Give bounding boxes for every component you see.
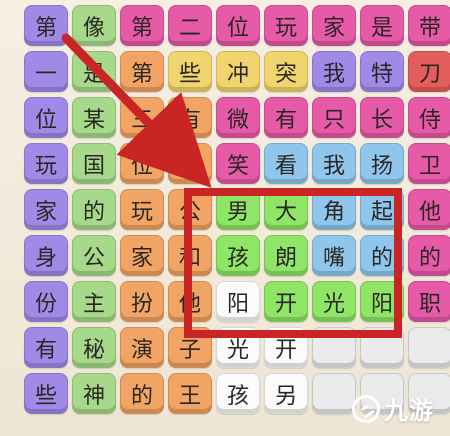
tile-r8-c2[interactable]: 秘 — [72, 327, 116, 368]
tile-r9-c3[interactable]: 的 — [120, 373, 164, 414]
tile-r3-c9[interactable]: 侍 — [408, 97, 450, 138]
watermark-text: 九游 — [384, 398, 434, 425]
tile-r3-c6[interactable]: 有 — [264, 97, 308, 138]
tile-r5-c7[interactable]: 角 — [312, 189, 356, 230]
tile-r8-c3[interactable]: 演 — [120, 327, 164, 368]
game-board: 第像第二位玩家是带一是第些冲突我特刀位某三有微有只长侍玩国位王笑看我扬卫家的玩公… — [0, 0, 450, 436]
tile-r1-c3[interactable]: 第 — [120, 5, 164, 46]
tile-r4-c1[interactable]: 玩 — [24, 143, 68, 184]
tile-r7-c5[interactable]: 阳 — [216, 281, 260, 322]
tile-r8-c4[interactable]: 子 — [168, 327, 212, 368]
tile-r5-c9[interactable]: 他 — [408, 189, 450, 230]
tile-r7-c1[interactable]: 份 — [24, 281, 68, 322]
tile-r4-c3[interactable]: 位 — [120, 143, 164, 184]
tile-r2-c9[interactable]: 刀 — [408, 51, 450, 92]
tile-r9-c5[interactable]: 孩 — [216, 373, 260, 414]
tile-r1-c1[interactable]: 第 — [24, 5, 68, 46]
tile-r8-c7[interactable] — [312, 327, 356, 368]
tile-r9-c1[interactable]: 些 — [24, 373, 68, 414]
tile-r6-c8[interactable]: 的 — [360, 235, 404, 276]
tile-r6-c9[interactable]: 的 — [408, 235, 450, 276]
tile-r4-c8[interactable]: 扬 — [360, 143, 404, 184]
tile-r5-c3[interactable]: 玩 — [120, 189, 164, 230]
tile-r1-c4[interactable]: 二 — [168, 5, 212, 46]
tile-r8-c6[interactable]: 开 — [264, 327, 308, 368]
tile-r5-c6[interactable]: 大 — [264, 189, 308, 230]
tile-r7-c8[interactable]: 阳 — [360, 281, 404, 322]
tile-r3-c3[interactable]: 三 — [120, 97, 164, 138]
tile-r9-c7[interactable] — [312, 373, 356, 414]
tile-r5-c2[interactable]: 的 — [72, 189, 116, 230]
tile-r1-c8[interactable]: 是 — [360, 5, 404, 46]
tile-r1-c5[interactable]: 位 — [216, 5, 260, 46]
tile-r4-c4[interactable]: 王 — [168, 143, 212, 184]
tile-r4-c9[interactable]: 卫 — [408, 143, 450, 184]
tile-r6-c1[interactable]: 身 — [24, 235, 68, 276]
tile-r8-c8[interactable] — [360, 327, 404, 368]
tile-r2-c7[interactable]: 我 — [312, 51, 356, 92]
tile-r2-c8[interactable]: 特 — [360, 51, 404, 92]
tile-r2-c3[interactable]: 第 — [120, 51, 164, 92]
tile-r5-c4[interactable]: 公 — [168, 189, 212, 230]
tile-r3-c2[interactable]: 某 — [72, 97, 116, 138]
tile-r4-c6[interactable]: 看 — [264, 143, 308, 184]
tile-r7-c7[interactable]: 光 — [312, 281, 356, 322]
tile-r3-c8[interactable]: 长 — [360, 97, 404, 138]
tile-r6-c3[interactable]: 家 — [120, 235, 164, 276]
tile-r9-c2[interactable]: 神 — [72, 373, 116, 414]
tile-r1-c9[interactable]: 带 — [408, 5, 450, 46]
tile-r1-c6[interactable]: 玩 — [264, 5, 308, 46]
tile-r3-c1[interactable]: 位 — [24, 97, 68, 138]
tile-r7-c2[interactable]: 主 — [72, 281, 116, 322]
tile-r8-c1[interactable]: 有 — [24, 327, 68, 368]
tile-r5-c5[interactable]: 男 — [216, 189, 260, 230]
tile-r3-c7[interactable]: 只 — [312, 97, 356, 138]
watermark: 九游 — [352, 391, 434, 426]
tile-r9-c6[interactable]: 另 — [264, 373, 308, 414]
tile-r4-c5[interactable]: 笑 — [216, 143, 260, 184]
tile-r3-c4[interactable]: 有 — [168, 97, 212, 138]
tile-r7-c6[interactable]: 开 — [264, 281, 308, 322]
tile-r7-c3[interactable]: 扮 — [120, 281, 164, 322]
tile-r6-c4[interactable]: 和 — [168, 235, 212, 276]
tile-r6-c7[interactable]: 嘴 — [312, 235, 356, 276]
tile-r1-c2[interactable]: 像 — [72, 5, 116, 46]
tile-r5-c1[interactable]: 家 — [24, 189, 68, 230]
tile-r7-c4[interactable]: 他 — [168, 281, 212, 322]
tile-r4-c2[interactable]: 国 — [72, 143, 116, 184]
tile-r2-c2[interactable]: 是 — [72, 51, 116, 92]
tile-r9-c4[interactable]: 王 — [168, 373, 212, 414]
tile-r2-c1[interactable]: 一 — [24, 51, 68, 92]
tile-r5-c8[interactable]: 起 — [360, 189, 404, 230]
tile-r2-c5[interactable]: 冲 — [216, 51, 260, 92]
tile-r7-c9[interactable]: 职 — [408, 281, 450, 322]
tile-r2-c4[interactable]: 些 — [168, 51, 212, 92]
tile-r8-c9[interactable] — [408, 327, 450, 368]
tile-r6-c2[interactable]: 公 — [72, 235, 116, 276]
gear-swirl-icon — [352, 394, 380, 423]
tile-r1-c7[interactable]: 家 — [312, 5, 356, 46]
tile-r8-c5[interactable]: 光 — [216, 327, 260, 368]
tile-r2-c6[interactable]: 突 — [264, 51, 308, 92]
tile-r3-c5[interactable]: 微 — [216, 97, 260, 138]
tile-r4-c7[interactable]: 我 — [312, 143, 356, 184]
tile-r6-c5[interactable]: 孩 — [216, 235, 260, 276]
tile-r6-c6[interactable]: 朗 — [264, 235, 308, 276]
